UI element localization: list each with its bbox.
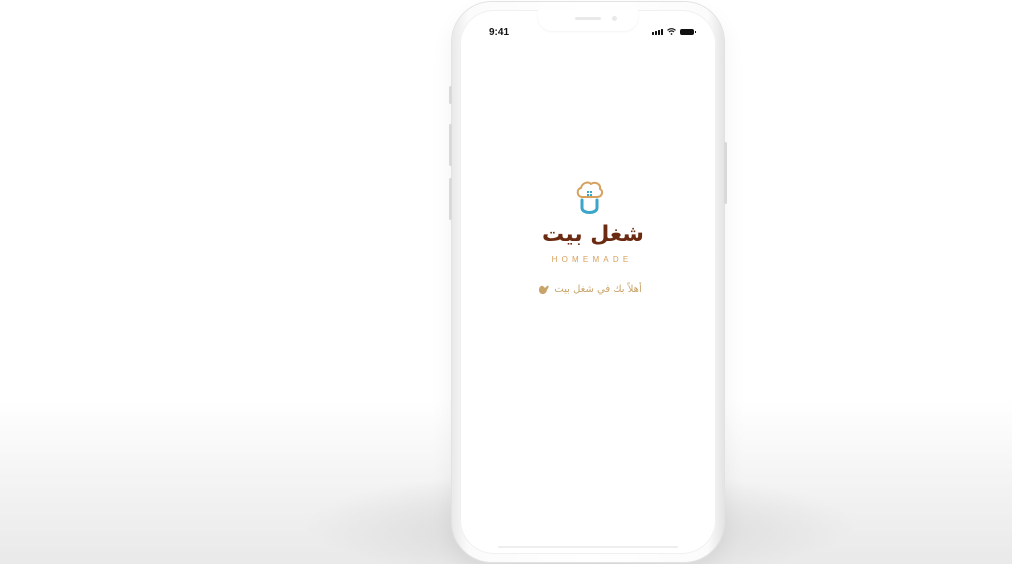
phone-device: 9:41 شغل بيت HOMEMADE أهلاً بك في شغل بي…: [449, 2, 727, 562]
mockup-stage: 9:41 شغل بيت HOMEMADE أهلاً بك في شغل بي…: [0, 0, 1012, 564]
chef-hat-icon: [576, 181, 604, 214]
welcome-message: أهلاً بك في شغل بيت: [460, 284, 716, 295]
signal-icon: [652, 29, 663, 35]
logo-english-name: HOMEMADE: [551, 255, 633, 264]
notch: [538, 10, 638, 31]
status-icons: [652, 28, 696, 35]
waving-hand-icon: [539, 285, 549, 295]
status-time: 9:41: [489, 27, 510, 38]
logo-arabic-name: شغل بيت: [542, 222, 644, 247]
power-button: [724, 142, 727, 204]
home-indicator: [498, 546, 678, 548]
volume-down-button: [449, 178, 452, 220]
volume-up-button: [449, 124, 452, 166]
front-camera: [612, 16, 617, 21]
welcome-text: أهلاً بك في شغل بيت: [554, 284, 642, 295]
wifi-icon: [667, 28, 676, 35]
splash-screen: 9:41 شغل بيت HOMEMADE أهلاً بك في شغل بي…: [460, 10, 716, 554]
mute-switch: [449, 86, 452, 104]
battery-icon: [680, 29, 696, 35]
speaker-grille: [575, 17, 601, 20]
